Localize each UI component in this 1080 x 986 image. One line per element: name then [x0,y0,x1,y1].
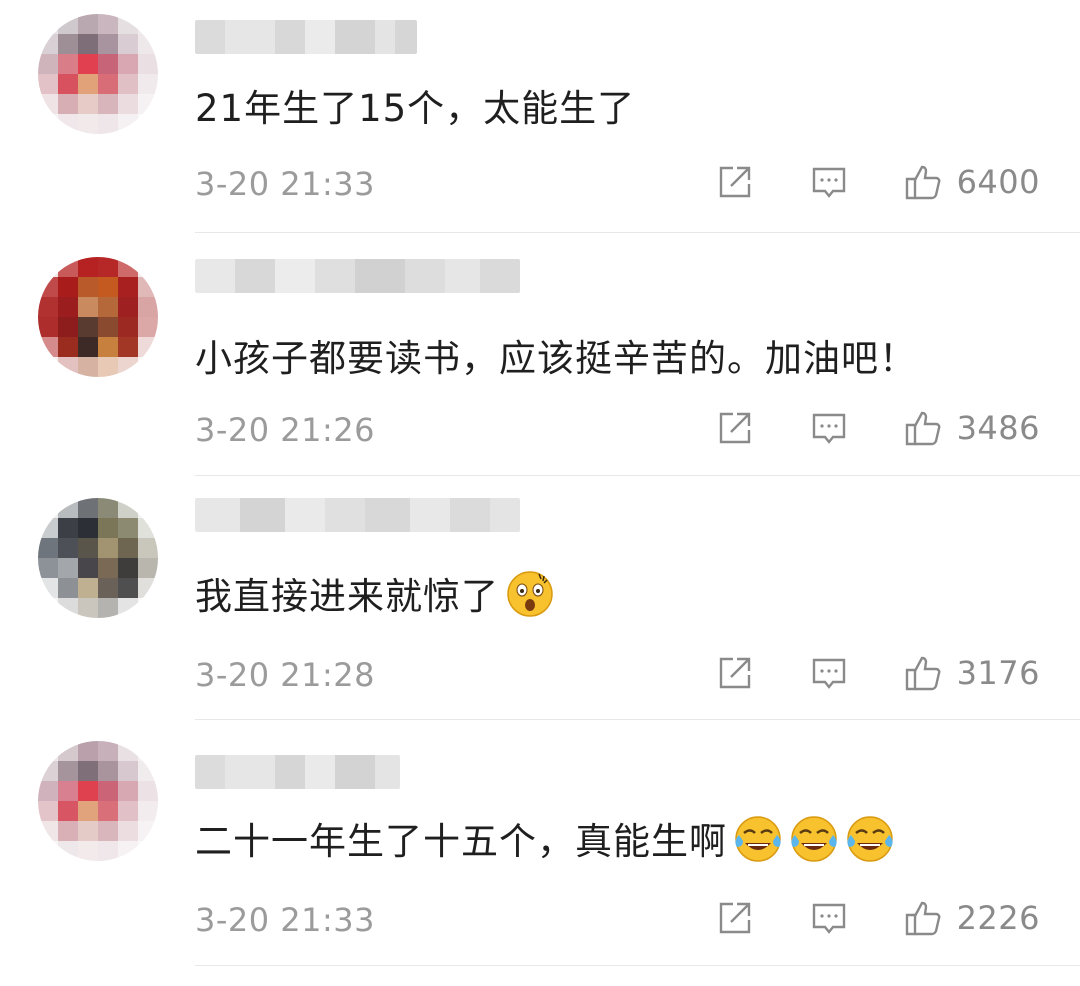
avatar[interactable] [38,257,158,377]
comment-item: 21年生了15个，太能生了 3-20 21:33 6400 [0,0,1080,245]
comment-actions: 3486 [715,408,1040,448]
thumbs-up-icon[interactable] [903,162,943,202]
comment-time: 3-20 21:28 [195,656,376,694]
divider [195,232,1080,233]
share-icon[interactable] [715,898,755,938]
comment-time: 3-20 21:26 [195,411,376,449]
thumbs-up-icon[interactable] [903,898,943,938]
comment-time: 3-20 21:33 [195,165,376,203]
comment-text: 小孩子都要读书，应该挺辛苦的。加油吧！ [195,328,917,382]
comment-actions: 6400 [715,162,1040,202]
avatar[interactable] [38,741,158,861]
comment-actions: 2226 [715,898,1040,938]
thumbs-up-icon[interactable] [903,653,943,693]
username-blurred[interactable] [195,755,400,789]
comment-text-content: 我直接进来就惊了 [195,575,499,618]
comment-icon[interactable] [809,162,849,202]
comment-text-content: 小孩子都要读书，应该挺辛苦的。加油吧！ [195,337,917,380]
comment-text: 21年生了15个，太能生了 [195,78,635,132]
username-blurred[interactable] [195,259,520,293]
comment-item: 我直接进来就惊了 3-20 21:28 3176 [0,490,1080,735]
comment-item: 二十一年生了十五个，真能生啊 3-20 21:33 2226 [0,735,1080,980]
divider [195,965,1080,966]
like-count: 6400 [956,163,1040,201]
share-icon[interactable] [715,162,755,202]
comment-icon[interactable] [809,898,849,938]
username-blurred[interactable] [195,20,417,54]
avatar[interactable] [38,498,158,618]
like-count: 3176 [956,654,1040,692]
divider [195,475,1080,476]
divider [195,719,1080,720]
username-blurred[interactable] [195,498,520,532]
comment-time: 3-20 21:33 [195,901,376,939]
comment-actions: 3176 [715,653,1040,693]
like-count: 3486 [956,409,1040,447]
share-icon[interactable] [715,653,755,693]
comment-icon[interactable] [809,653,849,693]
comment-text: 二十一年生了十五个，真能生啊 [195,811,895,865]
laugh-cry-emoji [791,816,837,862]
comment-text: 我直接进来就惊了 [195,566,555,620]
like-count: 2226 [956,899,1040,937]
avatar[interactable] [38,14,158,134]
laugh-cry-emoji [735,816,781,862]
laugh-cry-emoji [847,816,893,862]
thumbs-up-icon[interactable] [903,408,943,448]
comment-icon[interactable] [809,408,849,448]
share-icon[interactable] [715,408,755,448]
comment-item: 小孩子都要读书，应该挺辛苦的。加油吧！ 3-20 21:26 3486 [0,245,1080,490]
comment-text-content: 21年生了15个，太能生了 [195,87,636,130]
comment-text-content: 二十一年生了十五个，真能生啊 [195,820,727,863]
shocked-emoji [507,571,553,617]
